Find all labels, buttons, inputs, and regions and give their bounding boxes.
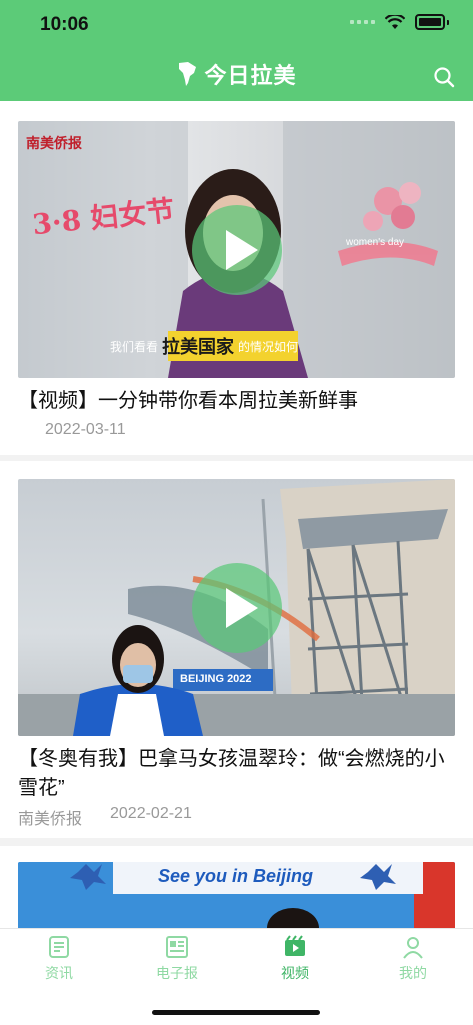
- thumbnail-banner-right: women's day: [346, 237, 405, 248]
- tab-label: 资讯: [45, 965, 73, 981]
- video-feed[interactable]: 南美侨报 3·8 妇女节 women's day 我们看看 拉美国家 的情况如何…: [0, 101, 473, 928]
- video-date: 2022-02-21: [110, 805, 192, 822]
- tab-profile[interactable]: 我的: [373, 935, 453, 983]
- profile-icon: [403, 937, 423, 959]
- home-indicator: [152, 1010, 320, 1015]
- battery-icon: [415, 14, 445, 30]
- video-thumbnail[interactable]: 南美侨报 3·8 妇女节 women's day 我们看看 拉美国家 的情况如何: [18, 121, 455, 378]
- tab-label: 电子报: [156, 965, 198, 981]
- header-title-wrap: 今日拉美: [0, 58, 473, 90]
- video-card[interactable]: BEIJING 2022 【冬奥有我】巴拿马女孩温翠玲：做“会燃烧的小雪花” 【…: [0, 461, 473, 838]
- thumbnail-sign: BEIJING 2022: [180, 673, 252, 685]
- caption-post: 的情况如何: [238, 339, 299, 354]
- video-icon: [285, 935, 305, 956]
- cellular-signal-icon: [350, 20, 375, 24]
- video-title[interactable]: 【视频】一分钟带你看本周拉美新鲜事: [18, 387, 455, 416]
- video-card[interactable]: 南美侨报 3·8 妇女节 women's day 我们看看 拉美国家 的情况如何…: [0, 101, 473, 455]
- play-button[interactable]: [191, 562, 282, 653]
- video-thumbnail[interactable]: BEIJING 2022: [18, 479, 455, 736]
- status-time: 10:06: [40, 14, 89, 35]
- caption-pre: 我们看看: [110, 339, 159, 354]
- status-icons: [350, 14, 449, 30]
- video-title[interactable]: 【冬奥有我】巴拿马女孩温翠玲：做“会燃烧的小雪花”: [18, 745, 455, 803]
- bottom-tab-bar: 资讯 电子报 视频 我的: [0, 928, 473, 1025]
- latin-america-map-icon: [179, 62, 197, 86]
- channel-logo: 南美侨报: [26, 136, 82, 152]
- video-date: 2022-03-11: [45, 421, 126, 438]
- caption-highlight: 拉美国家: [162, 337, 235, 357]
- play-button[interactable]: [191, 204, 282, 295]
- search-icon[interactable]: [433, 66, 455, 88]
- battery-cap: [447, 19, 449, 25]
- video-card[interactable]: See you in Beijing: [0, 846, 473, 928]
- app-header: 10:06 今日拉美: [0, 0, 473, 101]
- wifi-icon: [385, 14, 405, 29]
- video-thumbnail[interactable]: See you in Beijing: [18, 862, 455, 928]
- tab-label: 我的: [399, 965, 427, 981]
- tab-news[interactable]: 资讯: [19, 935, 99, 983]
- app-title: 今日拉美: [204, 63, 297, 88]
- newspaper-icon: [166, 936, 188, 958]
- news-icon: [49, 936, 69, 958]
- tab-label: 视频: [281, 965, 309, 981]
- thumbnail-caption: 我们看看 拉美国家 的情况如何: [110, 333, 298, 359]
- video-source: 南美侨报: [18, 811, 83, 828]
- tab-video[interactable]: 视频: [255, 935, 335, 983]
- thumbnail-banner: See you in Beijing: [158, 866, 314, 886]
- tab-e-newspaper[interactable]: 电子报: [137, 935, 217, 983]
